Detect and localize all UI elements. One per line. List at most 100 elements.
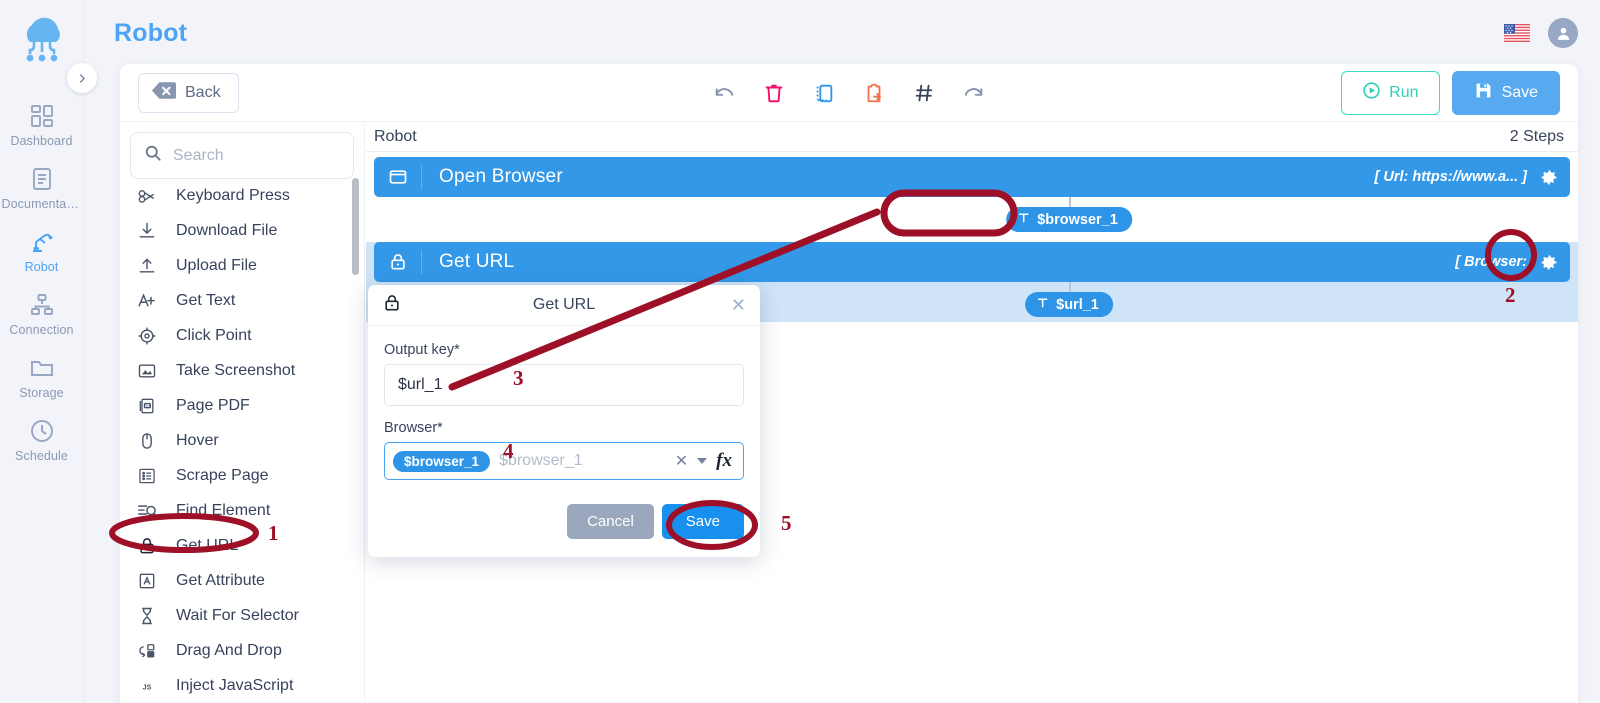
search-container <box>120 122 364 187</box>
action-item-download-file[interactable]: Download File <box>120 213 364 248</box>
action-item-keyboard-press[interactable]: Keyboard Press <box>120 188 364 213</box>
dialog-save-button[interactable]: Save <box>661 504 744 539</box>
variable-chip-url[interactable]: $url_1 <box>1025 292 1113 317</box>
action-item-hover[interactable]: Hover <box>120 423 364 458</box>
action-item-find-element[interactable]: Find Element <box>120 493 364 528</box>
action-item-label: Get Text <box>176 291 236 309</box>
action-item-label: Hover <box>176 431 219 449</box>
dialog-header: Get URL ✕ <box>368 285 760 326</box>
us-flag-icon[interactable] <box>1504 24 1530 42</box>
action-item-wait-for-selector[interactable]: Wait For Selector <box>120 598 364 633</box>
connection-icon <box>29 292 55 318</box>
sidebar-item-documentation[interactable]: Documentati... <box>0 157 83 220</box>
cancel-button[interactable]: Cancel <box>567 504 654 539</box>
undo-icon[interactable] <box>713 82 735 104</box>
delete-icon[interactable] <box>763 82 785 104</box>
back-button[interactable]: Back <box>138 72 239 113</box>
action-item-label: Download File <box>176 221 278 239</box>
variable-chip-browser[interactable]: $browser_1 <box>1006 207 1132 232</box>
sidebar-item-label: Schedule <box>15 449 68 463</box>
sidebar-item-schedule[interactable]: Schedule <box>0 409 83 472</box>
action-item-label: Wait For Selector <box>176 606 299 624</box>
gear-icon[interactable] <box>1538 167 1559 188</box>
browser-token[interactable]: $browser_1 <box>393 450 491 472</box>
action-item-label: Keyboard Press <box>176 188 290 204</box>
hash-icon[interactable] <box>913 82 935 104</box>
sidebar-item-label: Dashboard <box>10 134 73 148</box>
action-item-label: Page PDF <box>176 396 250 414</box>
text-type-icon <box>1036 296 1049 313</box>
step-bar[interactable]: Open Browser [ Url: https://www.a... ] <box>374 157 1570 197</box>
output-key-label: Output key* <box>384 342 460 358</box>
action-item-label: Upload File <box>176 256 257 274</box>
close-icon[interactable]: ✕ <box>731 296 746 314</box>
action-item-get-text[interactable]: Get Text <box>120 283 364 318</box>
fx-icon[interactable]: fx <box>716 450 732 472</box>
save-button-label: Save <box>1501 83 1538 101</box>
clear-x-icon[interactable]: ✕ <box>675 451 688 471</box>
floppy-disk-icon <box>1474 81 1493 105</box>
hourglass-icon <box>136 606 158 626</box>
action-item-label: Find Element <box>176 501 271 519</box>
search-input[interactable] <box>173 146 340 165</box>
save-button[interactable]: Save <box>1451 70 1560 115</box>
chevron-right-icon[interactable] <box>67 63 97 93</box>
caret-down-icon[interactable] <box>697 458 708 464</box>
dialog-footer: Cancel Save <box>368 486 760 557</box>
action-list: Keyboard Press Download File Upload File Ge… <box>120 188 364 703</box>
action-list-scrollbar[interactable] <box>352 178 359 275</box>
back-button-label: Back <box>185 83 221 101</box>
scrape-icon <box>136 466 158 486</box>
svg-text:PDF: PDF <box>144 403 151 407</box>
action-item-scrape-page[interactable]: Scrape Page <box>120 458 364 493</box>
sidebar-item-label: Storage <box>19 386 64 400</box>
search-icon <box>144 144 162 167</box>
cloud-robot-logo[interactable] <box>12 12 72 72</box>
action-item-label: Get URL <box>176 536 239 554</box>
header-actions <box>1504 18 1578 48</box>
search-box[interactable] <box>130 132 354 179</box>
javascript-icon: JS <box>136 676 158 696</box>
output-key-input[interactable] <box>384 364 744 406</box>
action-item-get-url[interactable]: Get URL <box>120 528 364 563</box>
gear-icon[interactable] <box>1538 252 1559 273</box>
lock-icon <box>374 250 422 274</box>
action-item-upload-file[interactable]: Upload File <box>120 248 364 283</box>
left-nav-rail: Dashboard Documentati... Robot Connectio… <box>0 0 84 703</box>
screenshot-icon <box>136 361 158 381</box>
browser-window-icon <box>374 165 422 189</box>
action-item-inject-javascript[interactable]: JS Inject JavaScript <box>120 668 364 703</box>
browser-select[interactable]: $browser_1 $browser_1 ✕ fx <box>384 442 744 480</box>
variable-chip-label: $browser_1 <box>1037 211 1118 228</box>
duplicate-icon[interactable] <box>813 82 835 104</box>
step-meta-text: [ Browser: <box>1455 254 1527 270</box>
step-meta-group: [ Browser: <box>1455 252 1570 273</box>
sidebar-item-storage[interactable]: Storage <box>0 346 83 409</box>
action-item-drag-and-drop[interactable]: Drag And Drop <box>120 633 364 668</box>
action-item-get-attribute[interactable]: Get Attribute <box>120 563 364 598</box>
step-name: Open Browser <box>439 166 563 187</box>
step-bar[interactable]: Get URL [ Browser: <box>374 242 1570 282</box>
sidebar-item-robot[interactable]: Robot <box>0 220 83 283</box>
redo-icon[interactable] <box>963 82 985 104</box>
toolbar-icon-group <box>713 82 985 104</box>
dialog-title: Get URL <box>532 296 596 313</box>
schedule-icon <box>29 418 55 444</box>
action-item-label: Click Point <box>176 326 252 344</box>
sidebar-item-connection[interactable]: Connection <box>0 283 83 346</box>
dashboard-icon <box>29 103 55 129</box>
mouse-icon <box>136 431 158 451</box>
paste-icon[interactable] <box>863 82 885 104</box>
sidebar-item-dashboard[interactable]: Dashboard <box>0 94 83 157</box>
action-item-label: Drag And Drop <box>176 641 282 659</box>
user-avatar-icon[interactable] <box>1548 18 1578 48</box>
browser-label: Browser* <box>384 420 443 436</box>
lock-icon <box>136 536 158 556</box>
action-item-click-point[interactable]: Click Point <box>120 318 364 353</box>
action-item-page-pdf[interactable]: PDF Page PDF <box>120 388 364 423</box>
get-url-dialog: Get URL ✕ Output key* Browser* $browser_… <box>368 285 760 557</box>
action-item-take-screenshot[interactable]: Take Screenshot <box>120 353 364 388</box>
run-button[interactable]: Run <box>1341 70 1440 115</box>
action-library-panel: Keyboard Press Download File Upload File Ge… <box>120 122 365 703</box>
steps-count: 2 Steps <box>1509 127 1564 145</box>
